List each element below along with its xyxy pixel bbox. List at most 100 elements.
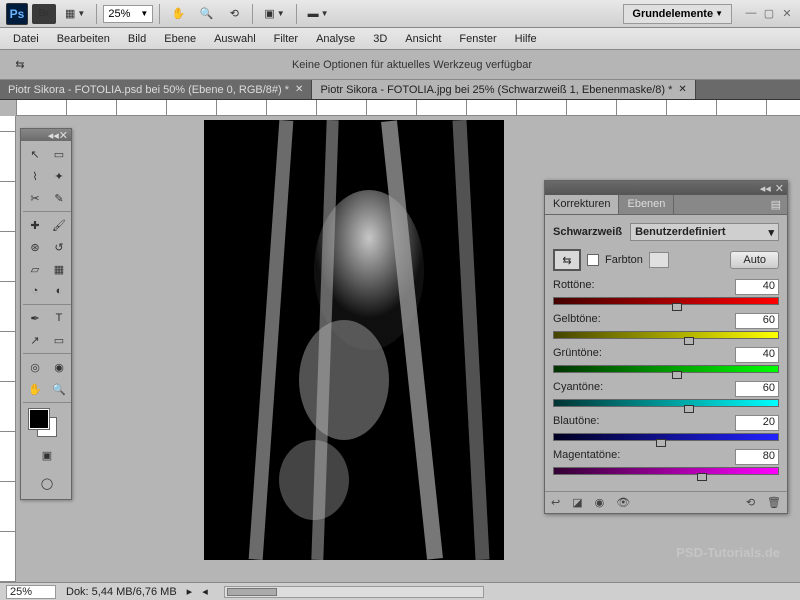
fg-color[interactable] [29,409,49,429]
menu-ebene[interactable]: Ebene [155,30,205,48]
close-icon[interactable]: ✕ [775,182,784,195]
brush-tool[interactable]: 🖌 [47,214,71,236]
slider-value-input[interactable]: 60 [735,313,779,329]
workspace-selector[interactable]: Grundelemente ▼ [623,4,732,24]
eraser-tool[interactable]: ▱ [23,258,47,280]
menu-datei[interactable]: Datei [4,30,48,48]
view-mode-button[interactable]: ▦▼ [60,4,90,24]
collapse-icon[interactable]: ◂◂ [760,182,771,195]
targeted-adjust-button[interactable]: ⇆ [553,249,581,271]
rotate-view-icon[interactable]: ⟲ [222,4,246,24]
crop-tool[interactable]: ✂ [23,187,47,209]
slider-track[interactable] [553,433,779,443]
slider-value-input[interactable]: 40 [735,347,779,363]
lasso-tool[interactable]: ⌇ [23,165,47,187]
tab-ebenen[interactable]: Ebenen [619,195,674,214]
screen-mode-button[interactable]: ▬▼ [303,4,334,24]
visibility-icon[interactable]: ◉ [595,496,605,509]
slider-value-input[interactable]: 80 [735,449,779,465]
close-button[interactable]: ✕ [780,7,794,20]
stamp-tool[interactable]: ⊛ [23,236,47,258]
menu-analyse[interactable]: Analyse [307,30,364,48]
panel-footer: ↩ ◪ ◉ 👁 ⟲ 🗑 [545,491,787,513]
slider-track[interactable] [553,467,779,477]
wand-tool[interactable]: ✦ [47,165,71,187]
arrange-button[interactable]: ▣▼ [259,4,289,24]
slider-value-input[interactable]: 60 [735,381,779,397]
menu-bearbeiten[interactable]: Bearbeiten [48,30,119,48]
history-brush-tool[interactable]: ↺ [47,236,71,258]
app-toolbar: Ps Br ▦▼ 25%▼ ✋ 🔍 ⟲ ▣▼ ▬▼ Grundelemente … [0,0,800,28]
tool-preset-icon[interactable]: ⇆ [8,55,32,75]
maximize-button[interactable]: ▢ [762,7,776,20]
h-scrollbar[interactable] [224,586,484,598]
close-icon[interactable]: ✕ [678,84,686,95]
collapse-icon[interactable]: ◂◂ [48,129,59,142]
slider-track[interactable] [553,297,779,307]
gradient-tool[interactable]: ▦ [47,258,71,280]
slider-track[interactable] [553,399,779,409]
hand-tool-icon[interactable]: ✋ [166,4,190,24]
3d-tool[interactable]: ◎ [23,356,47,378]
menu-ansicht[interactable]: Ansicht [396,30,450,48]
close-icon[interactable]: ✕ [295,84,303,95]
slider-magentatöne: Magentatöne:80 [553,449,779,477]
3d-camera-tool[interactable]: ◉ [47,356,71,378]
status-zoom-input[interactable]: 25% [6,585,56,599]
tint-swatch[interactable] [649,252,669,268]
doc-tab-2[interactable]: Piotr Sikora - FOTOLIA.jpg bei 25% (Schw… [312,80,695,99]
slider-track[interactable] [553,365,779,375]
slider-value-input[interactable]: 40 [735,279,779,295]
scroll-left-icon[interactable]: ◂ [202,585,208,598]
slider-label: Blautöne: [553,415,599,431]
menu-bar: Datei Bearbeiten Bild Ebene Auswahl Filt… [0,28,800,50]
move-tool[interactable]: ↖ [23,143,47,165]
close-icon[interactable]: ✕ [59,129,68,142]
zoom-tool[interactable]: 🔍 [47,378,71,400]
type-tool[interactable]: T [47,307,71,329]
panel-menu-icon[interactable]: ▤ [765,195,787,214]
zoom-input[interactable]: 25%▼ [103,5,153,23]
ruler-horizontal[interactable] [16,100,800,116]
dodge-tool[interactable]: ◐ [47,280,71,302]
zoom-tool-icon[interactable]: 🔍 [194,4,218,24]
menu-bild[interactable]: Bild [119,30,155,48]
minimize-button[interactable]: — [744,7,758,20]
quickmask-button[interactable]: ▣ [35,444,59,466]
clip-icon[interactable]: ◪ [572,496,582,509]
menu-filter[interactable]: Filter [265,30,307,48]
view-prev-icon[interactable]: 👁 [616,496,630,509]
work-area: ◂◂ ✕ ↖ ▭ ⌇ ✦ ✂ ✎ ✚ 🖌 ⊛ ↺ ▱ ▦ ◔ ◐ ✒ T ↗ ▭… [0,100,800,582]
preset-select[interactable]: Benutzerdefiniert▾ [630,223,779,241]
tint-checkbox[interactable] [587,254,599,266]
bridge-button[interactable]: Br [32,4,56,24]
menu-hilfe[interactable]: Hilfe [506,30,546,48]
watermark: PSD-Tutorials.de [676,545,780,560]
tab-korrekturen[interactable]: Korrekturen [545,195,619,214]
document-image [204,120,504,560]
reset-icon[interactable]: ⟲ [746,496,755,509]
adjustments-panel: ◂◂✕ Korrekturen Ebenen ▤ Schwarzweiß Ben… [544,180,788,514]
heal-tool[interactable]: ✚ [23,214,47,236]
trash-icon[interactable]: 🗑 [767,496,781,509]
pen-tool[interactable]: ✒ [23,307,47,329]
slider-track[interactable] [553,331,779,341]
screenmode-button[interactable]: ◯ [35,472,59,494]
hand-tool[interactable]: ✋ [23,378,47,400]
shape-tool[interactable]: ▭ [47,329,71,351]
color-swatches[interactable] [23,405,71,441]
slider-value-input[interactable]: 20 [735,415,779,431]
ruler-vertical[interactable] [0,116,16,582]
eyedropper-tool[interactable]: ✎ [47,187,71,209]
auto-button[interactable]: Auto [730,251,779,269]
menu-auswahl[interactable]: Auswahl [205,30,265,48]
blur-tool[interactable]: ◔ [23,280,47,302]
marquee-tool[interactable]: ▭ [47,143,71,165]
doc-tab-1[interactable]: Piotr Sikora - FOTOLIA.psd bei 50% (Eben… [0,80,312,99]
path-tool[interactable]: ↗ [23,329,47,351]
tint-label: Farbton [605,254,643,266]
menu-3d[interactable]: 3D [364,30,396,48]
back-icon[interactable]: ↩ [551,496,560,509]
status-menu-icon[interactable]: ▸ [187,585,193,598]
menu-fenster[interactable]: Fenster [450,30,505,48]
